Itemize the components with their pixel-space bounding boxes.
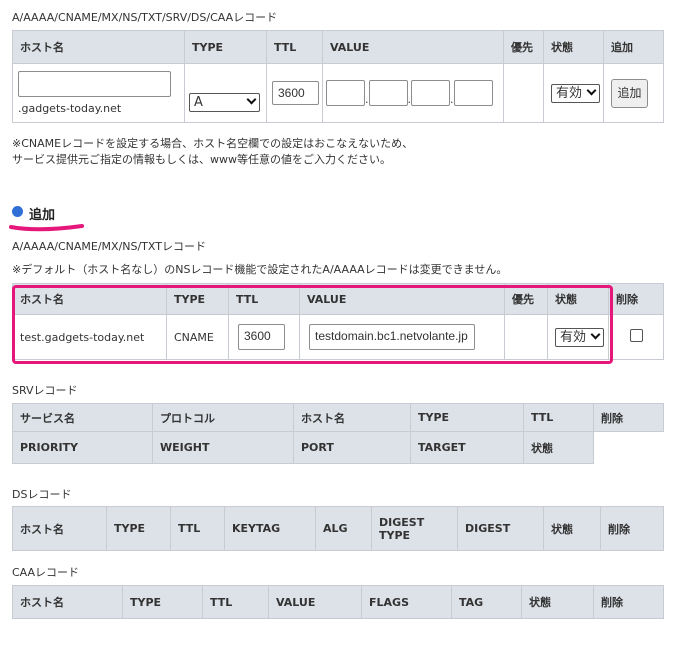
- chevron-down-icon: [590, 329, 601, 339]
- col-delete: 削除: [608, 283, 664, 315]
- col-ttl: TTL: [202, 585, 269, 619]
- col-weight: WEIGHT: [152, 431, 294, 464]
- col-status: 状態: [543, 506, 601, 551]
- delete-checkbox[interactable]: [629, 329, 643, 342]
- col-status: 状態: [547, 283, 609, 315]
- col-priority: PRIORITY: [12, 431, 153, 464]
- col-delete: 削除: [600, 506, 664, 551]
- col-ttl: TTL: [228, 283, 300, 315]
- added-records-table: ホスト名 TYPE TTL VALUE 優先 状態 削除 test.gadget…: [12, 283, 664, 360]
- col-host: ホスト名: [293, 403, 411, 432]
- col-priority: 優先: [503, 30, 544, 64]
- host-input[interactable]: [18, 71, 171, 97]
- add-record-table: ホスト名 TYPE TTL VALUE 優先 状態 追加 .gadgets-to…: [12, 30, 664, 123]
- col-digest: DIGEST: [457, 506, 544, 551]
- note-line-1: ※CNAMEレコードを設定する場合、ホスト名空欄での設定はおこなえないため、: [12, 137, 414, 150]
- col-type: TYPE: [106, 506, 171, 551]
- col-priority: 優先: [504, 283, 548, 315]
- added-note: ※デフォルト（ホスト名なし）のNSレコード機能で設定されたA/AAAAレコードは…: [12, 263, 508, 276]
- col-value: VALUE: [299, 283, 505, 315]
- bullet-icon: [12, 206, 23, 217]
- col-tag: TAG: [451, 585, 522, 619]
- record-status-select[interactable]: 有効: [555, 327, 604, 347]
- note-line-2: サービス提供元ご指定の情報もしくは、www等任意の値をご入力ください。: [12, 153, 391, 166]
- col-digest-type: DIGEST TYPE: [371, 506, 458, 551]
- caa-heading: CAAレコード: [12, 566, 80, 579]
- col-value: VALUE: [322, 30, 504, 64]
- col-target: TARGET: [410, 431, 524, 464]
- col-type: TYPE: [166, 283, 229, 315]
- chevron-down-icon: [586, 85, 597, 95]
- col-value: VALUE: [268, 585, 362, 619]
- srv-table: サービス名 プロトコル ホスト名 TYPE TTL 削除 PRIORITY WE…: [12, 403, 664, 464]
- col-ttl: TTL: [523, 403, 594, 432]
- value-octet-1[interactable]: [326, 80, 365, 106]
- col-host: ホスト名: [12, 283, 167, 315]
- record-type: CNAME: [166, 314, 229, 360]
- col-port: PORT: [293, 431, 411, 464]
- col-type: TYPE: [184, 30, 267, 64]
- col-delete: 削除: [593, 585, 664, 619]
- col-ttl: TTL: [266, 30, 323, 64]
- record-priority: [504, 314, 548, 360]
- col-delete: 削除: [593, 403, 664, 432]
- add-button[interactable]: 追加: [611, 78, 648, 108]
- title-underline-mark: [9, 224, 84, 232]
- domain-suffix: .gadgets-today.net: [18, 102, 122, 115]
- record-value-input[interactable]: testdomain.bc1.netvolante.jp: [309, 324, 475, 350]
- chevron-down-icon: [246, 94, 257, 104]
- record-ttl-input[interactable]: 3600: [238, 324, 285, 350]
- col-keytag: KEYTAG: [224, 506, 316, 551]
- value-octet-4[interactable]: [453, 80, 493, 106]
- type-select[interactable]: A: [189, 92, 260, 112]
- col-status: 状態: [523, 431, 594, 464]
- srv-heading: SRVレコード: [12, 384, 78, 397]
- col-ttl: TTL: [170, 506, 225, 551]
- record-host: test.gadgets-today.net: [12, 314, 167, 360]
- record-status-value: 有効: [560, 329, 587, 345]
- host-cell: .gadgets-today.net: [12, 63, 185, 123]
- value-cell: ...: [322, 63, 504, 123]
- section-heading-all-records: A/AAAA/CNAME/MX/NS/TXT/SRV/DS/CAAレコード: [12, 11, 278, 24]
- col-add: 追加: [603, 30, 664, 64]
- ttl-input[interactable]: 3600: [272, 81, 319, 105]
- col-type: TYPE: [122, 585, 203, 619]
- col-host: ホスト名: [12, 506, 107, 551]
- col-alg: ALG: [315, 506, 372, 551]
- table-row: test.gadgets-today.net CNAME 3600 testdo…: [12, 314, 664, 360]
- col-protocol: プロトコル: [152, 403, 294, 432]
- col-flags: FLAGS: [361, 585, 452, 619]
- col-host: ホスト名: [12, 30, 185, 64]
- value-octet-2[interactable]: [368, 80, 408, 106]
- value-octet-3[interactable]: [411, 80, 450, 106]
- type-select-value: A: [194, 94, 203, 110]
- caa-table: ホスト名 TYPE TTL VALUE FLAGS TAG 状態 削除: [12, 585, 664, 619]
- col-status: 状態: [543, 30, 604, 64]
- col-status: 状態: [521, 585, 594, 619]
- status-select-value: 有効: [556, 85, 583, 101]
- added-subheading: A/AAAA/CNAME/MX/NS/TXTレコード: [12, 240, 206, 253]
- priority-cell: [503, 63, 544, 123]
- ds-table: ホスト名 TYPE TTL KEYTAG ALG DIGEST TYPE DIG…: [12, 506, 664, 551]
- ds-heading: DSレコード: [12, 488, 72, 501]
- col-host: ホスト名: [12, 585, 123, 619]
- status-select[interactable]: 有効: [551, 83, 600, 103]
- col-type: TYPE: [410, 403, 524, 432]
- col-service: サービス名: [12, 403, 153, 432]
